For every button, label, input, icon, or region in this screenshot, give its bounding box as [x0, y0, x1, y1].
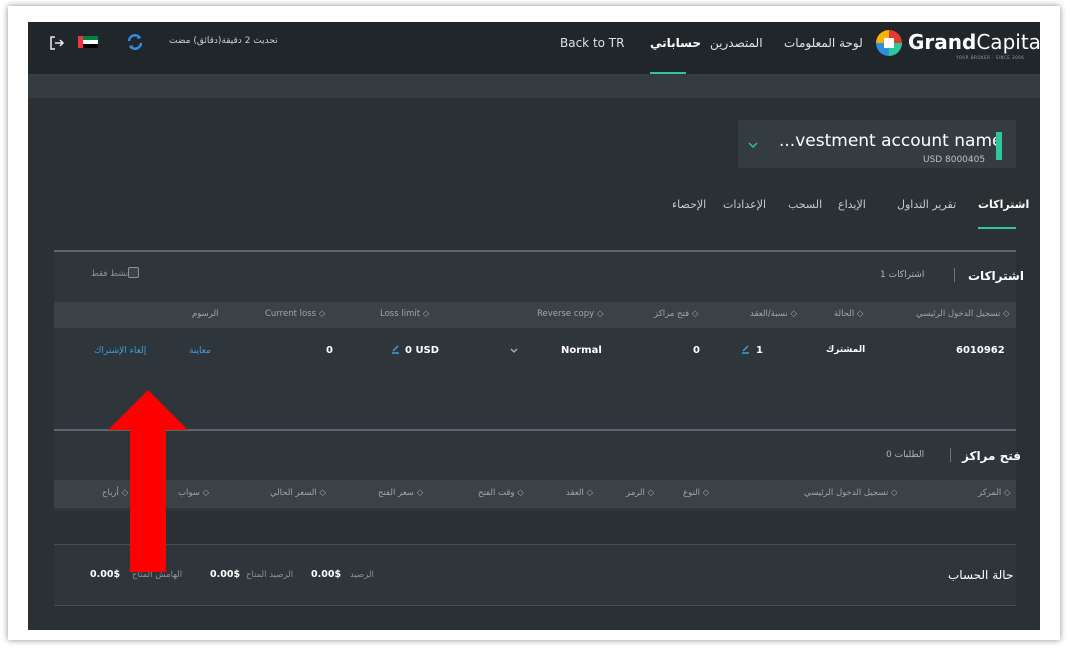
col-header-main-login[interactable]: تسجيل الدخول الرئيسي ◇ — [804, 488, 898, 498]
cell-loss-limit: 0 USD — [405, 345, 440, 356]
grandcapital-logo-icon — [876, 30, 902, 56]
nav-dashboard[interactable]: لوحة المعلومات — [784, 36, 863, 50]
cell-current-loss: 0 — [326, 345, 333, 356]
title-divider — [954, 268, 955, 282]
col-header-main-login[interactable]: تسجيل الدخول الرئيسي ◇ — [916, 309, 1010, 319]
cell-main-login: 6010962 — [956, 345, 1005, 356]
col-header-contract[interactable]: العقد ◇ — [566, 488, 593, 498]
col-header-loss-limit[interactable]: Loss limit ◇ — [380, 309, 429, 319]
tab-subscriptions[interactable]: اشتراكات — [978, 198, 1029, 211]
cell-reverse-copy: Normal — [561, 345, 602, 356]
cell-status: المشترك — [826, 345, 866, 355]
active-only-checkbox[interactable] — [128, 267, 139, 278]
col-header-open-time[interactable]: وقت الفتح ◇ — [478, 488, 524, 498]
col-header-symbol[interactable]: الرمز ◇ — [626, 488, 654, 498]
available-balance-label: الرصيد المتاح — [246, 570, 294, 580]
col-header-reverse-copy[interactable]: Reverse copy ◇ — [537, 309, 603, 319]
last-update-text: تحديث 2 دقيقة(دقائق) مضت — [169, 36, 278, 46]
account-accent-bar — [996, 132, 1002, 160]
nav-back-to-tr[interactable]: Back to TR — [560, 36, 624, 50]
logout-icon[interactable] — [49, 35, 65, 51]
edit-loss-limit-icon[interactable] — [390, 344, 401, 355]
app-window: تحديث 2 دقيقة(دقائق) مضت Back to TR حساب… — [28, 22, 1040, 630]
available-balance-value: 0.00$ — [210, 569, 241, 580]
col-header-open-price[interactable]: سعر الفتح ◇ — [378, 488, 423, 498]
chevron-down-icon[interactable] — [748, 142, 758, 149]
col-header-current-price[interactable]: السعر الحالي ◇ — [270, 488, 326, 498]
unsubscribe-link[interactable]: إلغاء الإشتراك — [94, 346, 146, 356]
secondary-bar — [28, 74, 1040, 98]
tab-trading-report[interactable]: تقرير التداول — [897, 198, 956, 211]
nav-my-accounts[interactable]: حساباتي — [650, 36, 701, 50]
nav-leaders[interactable]: المتصدرين — [710, 36, 763, 50]
open-positions-title: فتح مراكز — [962, 449, 1022, 463]
account-number: 8000405 — [945, 155, 986, 165]
col-header-current-loss[interactable]: Current loss ◇ — [265, 309, 325, 319]
account-status-panel — [54, 544, 1016, 606]
active-only-label: نشط فقط — [91, 269, 129, 279]
cell-open-positions: 0 — [693, 345, 700, 356]
subscriptions-count: 1 اشتراكات — [880, 270, 925, 280]
edit-ratio-icon[interactable] — [740, 344, 751, 355]
tab-statistics[interactable]: الإحصاء — [672, 198, 706, 211]
cell-ratio: 1 — [756, 345, 763, 356]
logo-tagline: YOUR BROKER · SINCE 2006 — [956, 55, 1025, 60]
balance-value: 0.00$ — [311, 569, 342, 580]
title-divider — [950, 448, 951, 462]
open-positions-count: 0 الطلبات — [886, 450, 925, 460]
balance-label: الرصيد — [350, 570, 374, 580]
refresh-icon[interactable] — [126, 33, 144, 51]
account-status-title: حالة الحساب — [948, 568, 1014, 582]
fees-preview-link[interactable]: معاينة — [189, 346, 211, 356]
account-name: ...vestment account name — [779, 131, 1003, 151]
tab-active-underline — [978, 227, 1016, 229]
col-header-fees: الرسوم — [192, 309, 219, 319]
col-header-status[interactable]: الحالة ◇ — [834, 309, 863, 319]
col-header-ratio[interactable]: نسبة/العقد ◇ — [750, 309, 797, 319]
red-arrow-annotation-icon — [108, 390, 188, 572]
col-header-type[interactable]: النوع ◇ — [683, 488, 709, 498]
account-currency: USD — [923, 155, 943, 165]
tab-withdraw[interactable]: السحب — [788, 198, 822, 211]
subscriptions-title: اشتراكات — [968, 269, 1024, 283]
col-header-open-positions[interactable]: فتح مراكز ◇ — [654, 309, 698, 319]
tab-deposit[interactable]: الإيداع — [838, 198, 866, 211]
tab-settings[interactable]: الإعدادات — [723, 198, 766, 211]
logo-text: GrandCapital — [908, 30, 1040, 54]
uae-flag-icon[interactable] — [78, 36, 98, 48]
reverse-copy-dropdown-icon[interactable] — [510, 348, 518, 354]
col-header-position[interactable]: المركز ◇ — [978, 488, 1011, 498]
